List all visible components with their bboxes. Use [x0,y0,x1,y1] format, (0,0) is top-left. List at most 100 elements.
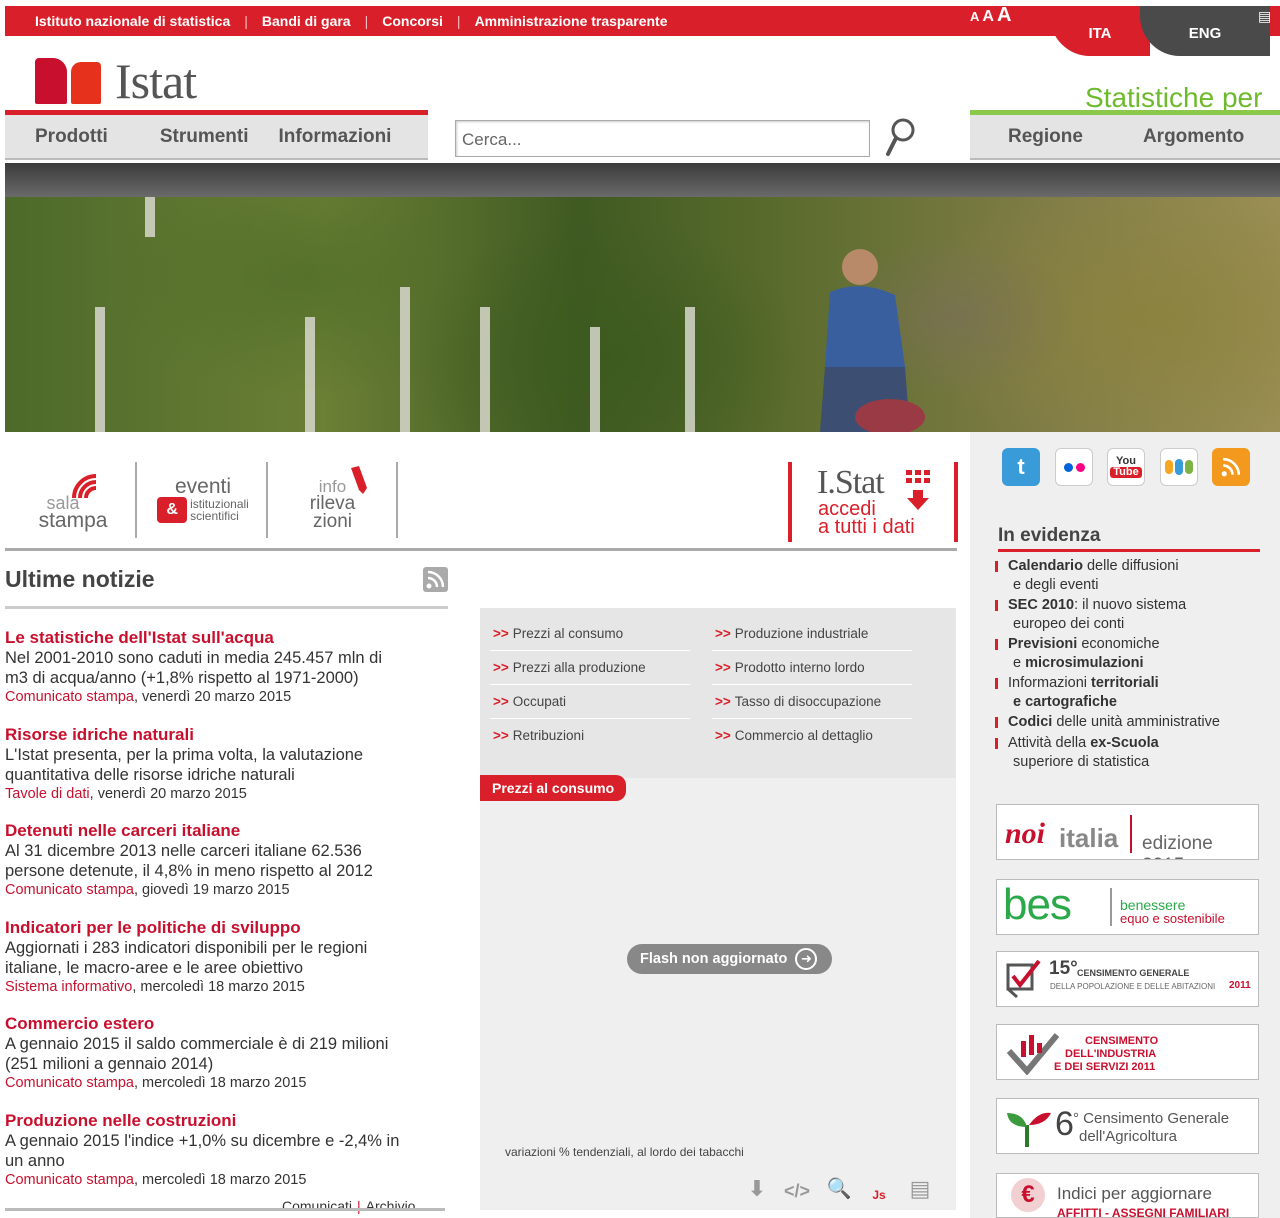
cens15-year: 2011 [1229,980,1251,991]
twitter-icon[interactable]: t [1002,448,1040,486]
banner-bes[interactable]: bes benessere equo e sostenibile [996,879,1259,935]
indicator-label: Prodotto interno lordo [734,660,865,675]
archivio-link[interactable]: Archivio [366,1198,416,1214]
vine-post [685,307,695,432]
lang-eng-button[interactable]: ENG [1140,6,1270,56]
indicator-link[interactable]: >> Commercio al dettaglio [715,728,873,743]
indicator-label: Commercio al dettaglio [734,728,873,743]
indicator-label: Tasso di disoccupazione [734,694,882,709]
quicklink-eventi[interactable]: eventi & istituzionali scientifici [148,462,258,538]
nav-item-strumenti[interactable]: Strumenti [160,126,249,148]
indicator-label: Retribuzioni [512,728,585,743]
nav-item-informazioni[interactable]: Informazioni [279,126,392,148]
istat-logo[interactable]: Istat [35,52,197,110]
news-source-link[interactable]: Comunicato stampa [5,882,134,898]
rss-icon[interactable] [423,567,448,592]
news-source-link[interactable]: Comunicato stampa [5,1172,134,1188]
chart-tab-prezzi[interactable]: Prezzi al consumo [480,775,627,801]
in-evidenza-title: In evidenza [998,525,1101,546]
top-link-trasparenza[interactable]: Amministrazione trasparente [475,13,668,29]
indicator-link[interactable]: >> Prezzi alla produzione [493,660,646,675]
banner-censimento-popolazione[interactable]: 15° CENSIMENTO GENERALE DELLA POPOLAZION… [996,951,1259,1007]
download-icon[interactable]: ⬇ [742,1176,772,1206]
indicator-link[interactable]: >> Tasso di disoccupazione [715,694,881,709]
banner-noi-italia[interactable]: noi italia edizione 2015 [996,804,1259,860]
news-meta: Comunicato stampa, venerdì 20 marzo 2015 [5,688,450,706]
youtube-icon[interactable]: You Tube [1107,448,1145,486]
indicator-separator [490,684,690,685]
font-size-small[interactable]: A [970,9,979,24]
news-title[interactable]: Indicatori per le politiche di sviluppo [5,918,450,938]
font-size-large[interactable]: A [997,4,1011,27]
banner-censimento-industria[interactable]: CENSIMENTO DELL'INDUSTRIA E DEI SERVIZI … [996,1024,1259,1080]
evidenza-item-previsioni[interactable]: Previsioni economiche e microsimulazioni [995,635,1160,672]
chart-note: variazioni % tendenziali, al lordo dei t… [505,1145,744,1159]
indicator-link[interactable]: >> Produzione industriale [715,626,868,641]
news-meta: Comunicato stampa, giovedì 19 marzo 2015 [5,881,450,899]
indicator-separator [712,718,912,719]
embed-icon[interactable]: </> [782,1176,812,1206]
news-description: A gennaio 2015 il saldo commerciale è di… [5,1035,389,1053]
community-icon[interactable] [1160,448,1198,486]
bullet [995,716,998,728]
stat-nav: Regione Argomento [970,115,1280,160]
istat-data-link[interactable]: I.Stat accedi a tutti i dati [788,462,958,542]
top-link-concorsi[interactable]: Concorsi [382,13,443,29]
rss-icon[interactable] [1212,448,1250,486]
cens15-l1: CENSIMENTO GENERALE [1077,968,1190,978]
news-source-link[interactable]: Comunicato stampa [5,1075,134,1091]
news-source-link[interactable]: Comunicato stampa [5,689,134,705]
js-chart-icon[interactable]: Js [864,1176,894,1206]
banner-indici-affitti[interactable]: € Indici per aggiornare AFFITTI - ASSEGN… [996,1173,1259,1218]
section-divider [5,548,957,551]
news-title[interactable]: Commercio estero [5,1014,450,1034]
nav-item-prodotti[interactable]: Prodotti [35,126,108,148]
print-icon[interactable]: ▤ [905,1176,935,1206]
zoom-data-icon[interactable]: 🔍 [824,1176,854,1206]
font-size-medium[interactable]: A [982,8,994,26]
news-title[interactable]: Detenuti nelle carceri italiane [5,821,450,841]
news-item: Le statistiche dell'Istat sull'acqua Nel … [5,628,450,706]
search-icon[interactable] [884,116,918,158]
indicator-link[interactable]: >> Prezzi al consumo [493,626,623,641]
indicator-link[interactable]: >> Occupati [493,694,566,709]
evidenza-item-calendario[interactable]: Calendario delle diffusioni e degli even… [995,557,1179,594]
evidenza-item-exscuola[interactable]: Attività della ex-Scuola superiore di st… [995,734,1159,771]
evidenza-item-territoriali[interactable]: Informazioni territoriali e cartografich… [995,674,1159,711]
quicklink-sala-stampa[interactable]: sala stampa [28,462,118,538]
istat-data-title: I.Stat [817,464,885,501]
evidenza-item-sec2010[interactable]: SEC 2010: il nuovo sistema europeo dei c… [995,596,1186,633]
news-title[interactable]: Le statistiche dell'Istat sull'acqua [5,628,450,648]
news-meta: Comunicato stampa, mercoledì 18 marzo 20… [5,1171,450,1189]
zioni-label: zioni [312,511,353,532]
news-source-link[interactable]: Tavole di dati [5,786,90,802]
in-evidenza-underline [998,549,1260,552]
comunicati-link[interactable]: Comunicati [282,1198,352,1214]
news-title[interactable]: Produzione nelle costruzioni [5,1111,450,1131]
indicator-link[interactable]: >> Prodotto interno lordo [715,660,865,675]
flash-not-updated-button[interactable]: Flash non aggiornato ➜ [627,944,832,974]
top-link-bandi[interactable]: Bandi di gara [262,13,351,29]
eventi-label: eventi [174,475,232,498]
flickr-icon[interactable] [1055,448,1093,486]
quicklink-info-rilevazioni[interactable]: info rileva zioni [285,462,380,538]
top-link-istat[interactable]: Istituto nazionale di statistica [35,13,230,29]
banner-censimento-agricoltura[interactable]: 6 ° Censimento Generale dell'Agricoltura [996,1098,1259,1154]
print-icon[interactable]: ▤ [1258,8,1271,25]
separator: | [357,1198,361,1214]
nav-item-regione[interactable]: Regione [1008,126,1083,148]
evidenza-item-codici[interactable]: Codici delle unità amministrative [995,713,1220,732]
scientifici-label: scientifici [190,509,239,523]
bullet [995,560,998,572]
lang-ita-button[interactable]: ITA [1050,6,1150,56]
indicator-link[interactable]: >> Retribuzioni [493,728,584,743]
arrow-prefix: >> [493,660,509,675]
flash-label: Flash non aggiornato [640,951,788,967]
news-source-link[interactable]: Sistema informativo [5,979,132,995]
search-input[interactable]: Cerca... [455,120,870,157]
news-title[interactable]: Risorse idriche naturali [5,725,450,745]
vine-post [480,307,490,432]
bullet [995,677,998,689]
nav-item-argomento[interactable]: Argomento [1143,126,1244,148]
arrow-prefix: >> [715,728,731,743]
